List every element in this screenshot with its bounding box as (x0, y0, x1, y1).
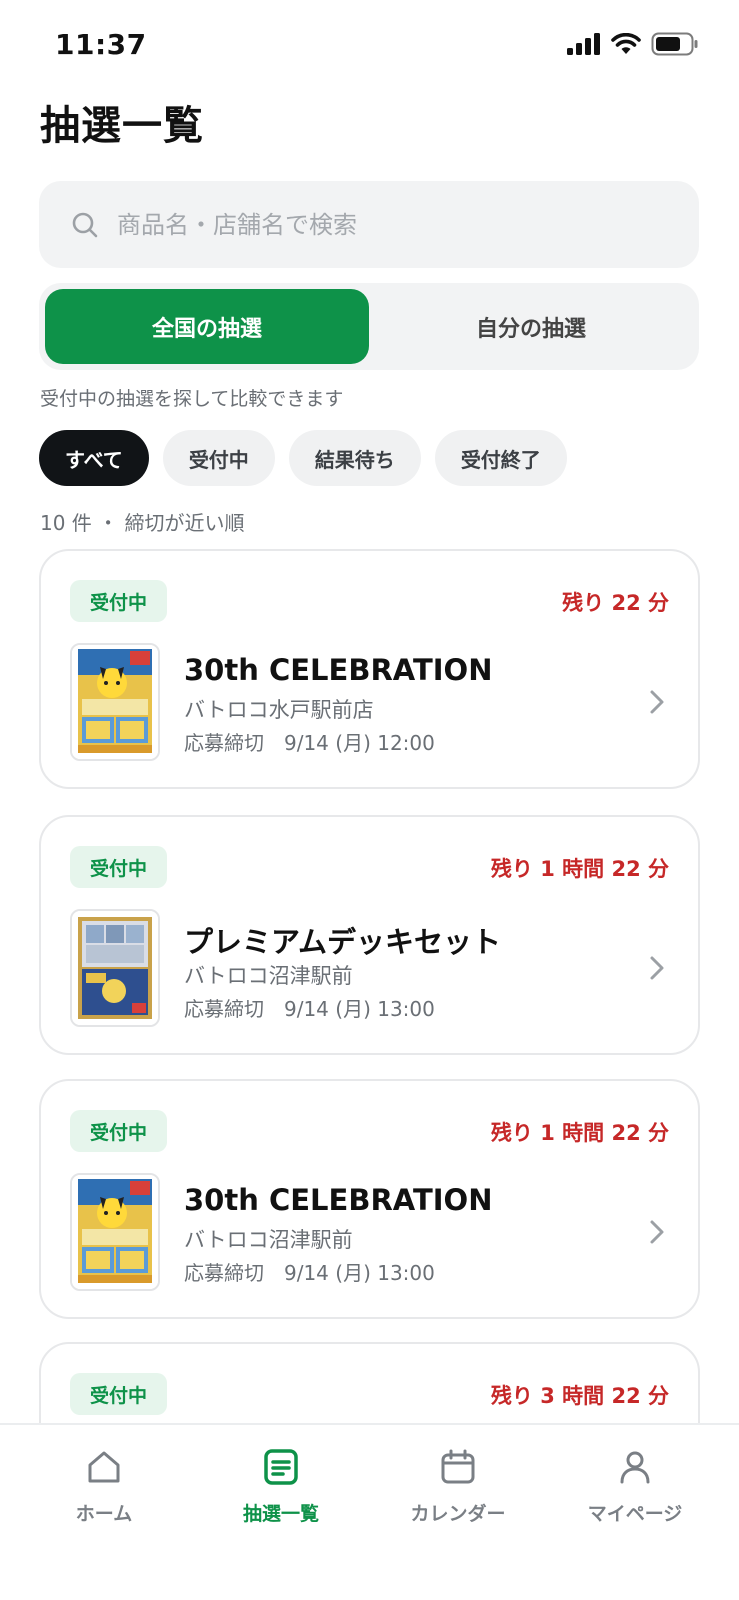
lottery-card[interactable]: 受付中 残り 22 分 30th CELEBRATION バトロコ水戸駅前店 応… (39, 549, 700, 789)
battery-icon (651, 32, 698, 56)
product-title: 30th CELEBRATION (184, 653, 493, 687)
nav-label: カレンダー (410, 1503, 506, 1525)
nav-label: 抽選一覧 (242, 1503, 319, 1525)
tab-national-lotteries[interactable]: 全国の抽選 (45, 289, 369, 364)
nav-item-calendar[interactable]: カレンダー (388, 1447, 528, 1526)
store-name: バトロコ水戸駅前店 (184, 698, 374, 722)
search-icon (72, 212, 98, 237)
result-count-sort: 10 件 ・ 締切が近い順 (40, 511, 245, 535)
chevron-right-icon (650, 690, 664, 714)
product-title: プレミアムデッキセット (184, 925, 501, 959)
store-name: バトロコ沼津駅前 (184, 964, 353, 988)
nav-item-home[interactable]: ホーム (34, 1447, 174, 1526)
status-badge: 受付中 (70, 846, 168, 888)
deadline: 応募締切 9/14 (月) 13:00 (184, 997, 435, 1021)
tab-my-lotteries[interactable]: 自分の抽選 (369, 289, 693, 364)
signal-icon (567, 33, 600, 55)
list-icon (264, 1449, 298, 1485)
status-bar: 11:37 (0, 0, 739, 90)
remaining-time: 残り 1 時間 22 分 (490, 1121, 669, 1145)
remaining-time: 残り 1 時間 22 分 (490, 857, 669, 881)
person-icon (620, 1451, 650, 1484)
status-badge: 受付中 (70, 580, 168, 622)
scope-segmented-control: 全国の抽選 自分の抽選 (39, 283, 699, 370)
bottom-navigation: ホーム 抽選一覧 カレンダー マイページ (0, 1423, 739, 1600)
status-badge: 受付中 (70, 1110, 168, 1152)
filter-chip-all[interactable]: すべて (39, 430, 149, 486)
status-time: 11:37 (55, 28, 147, 61)
filter-chip-awaiting-results[interactable]: 結果待ち (288, 430, 421, 486)
home-icon (88, 1451, 120, 1483)
filter-chip-closed[interactable]: 受付終了 (434, 430, 567, 486)
lottery-card[interactable]: 受付中 残り 1 時間 22 分 プレミアムデッキセット バトロコ沼津駅前 応募… (39, 815, 700, 1055)
lottery-card[interactable]: 受付中 残り 1 時間 22 分 30th CELEBRATION バトロコ沼津… (39, 1079, 700, 1319)
page-title: 抽選一覧 (40, 103, 204, 149)
product-image-booster-box (70, 1173, 160, 1291)
nav-label: マイページ (587, 1503, 683, 1525)
product-image-deck-box (70, 909, 160, 1027)
filter-chip-open[interactable]: 受付中 (162, 430, 275, 486)
wifi-icon (611, 33, 641, 54)
product-title: 30th CELEBRATION (184, 1183, 493, 1217)
chevron-right-icon (650, 1220, 664, 1244)
subtitle: 受付中の抽選を探して比較できます (40, 388, 344, 410)
remaining-time: 残り 3 時間 22 分 (490, 1384, 669, 1408)
nav-item-my-page[interactable]: マイページ (565, 1447, 705, 1526)
status-icons (567, 32, 699, 56)
filter-chips: すべて 受付中 結果待ち 受付終了 (39, 430, 567, 486)
calendar-icon (441, 1449, 475, 1484)
search-box[interactable] (39, 181, 699, 268)
nav-label: ホーム (75, 1503, 133, 1525)
nav-item-lottery-list[interactable]: 抽選一覧 (211, 1447, 351, 1526)
remaining-time: 残り 22 分 (562, 591, 669, 615)
search-input[interactable] (117, 210, 677, 239)
store-name: バトロコ沼津駅前 (184, 1228, 353, 1252)
status-badge: 受付中 (70, 1373, 168, 1415)
deadline: 応募締切 9/14 (月) 12:00 (184, 731, 435, 755)
deadline: 応募締切 9/14 (月) 13:00 (184, 1261, 435, 1285)
product-image-booster-box (70, 643, 160, 761)
chevron-right-icon (650, 956, 664, 980)
